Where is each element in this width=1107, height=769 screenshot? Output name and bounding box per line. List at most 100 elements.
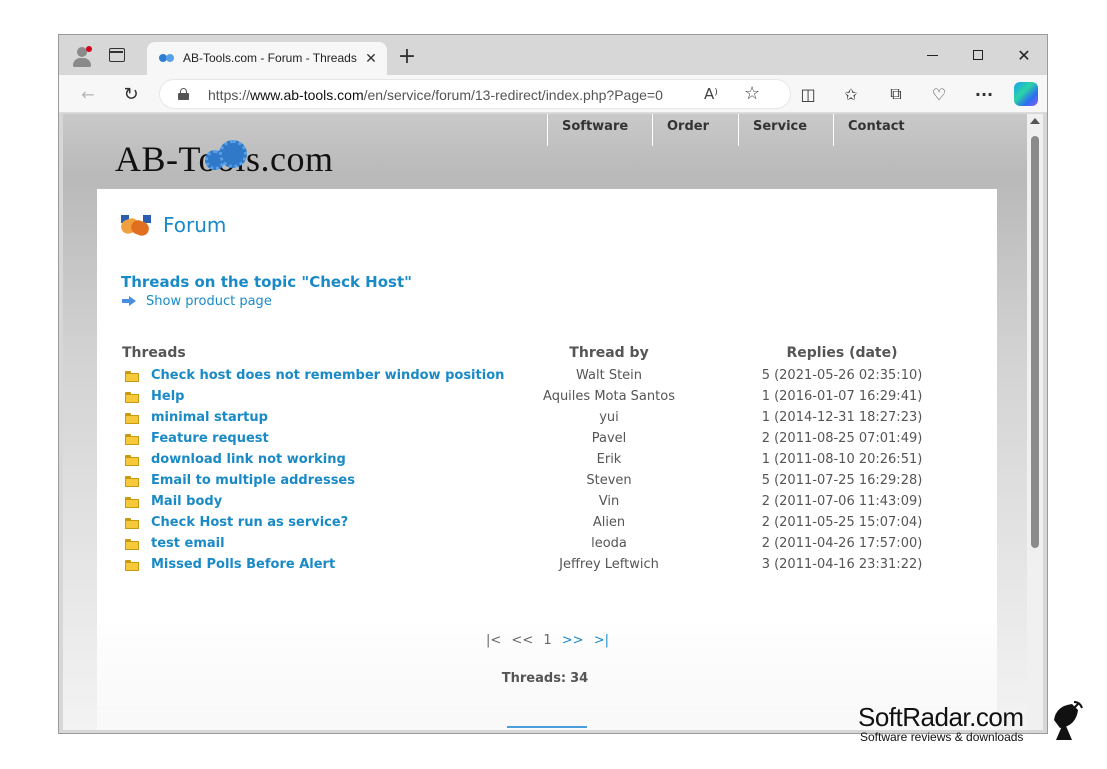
thread-replies: 2 (2011-04-26 17:57:00)	[761, 536, 923, 551]
tab-close-icon[interactable]: ✕	[363, 50, 379, 66]
thread-author: Pavel	[591, 431, 627, 446]
thread-row: Help Aquiles Mota Santos 1 (2016-01-07 1…	[97, 387, 997, 408]
more-menu-icon[interactable]: ···	[973, 83, 995, 105]
gears-logo-icon	[205, 138, 251, 174]
thread-link[interactable]: Feature request	[151, 431, 269, 446]
folder-icon	[125, 371, 139, 382]
thread-author: Aquiles Mota Santos	[543, 389, 675, 404]
address-bar[interactable]: https://www.ab-tools.com/en/service/foru…	[159, 79, 791, 109]
thread-link[interactable]: Check host does not remember window posi…	[151, 368, 504, 383]
thread-author: Vin	[598, 494, 620, 509]
close-window-button[interactable]: ✕	[1001, 41, 1047, 69]
thread-replies: 2 (2011-07-06 11:43:09)	[761, 494, 923, 509]
thread-link[interactable]: download link not working	[151, 452, 346, 467]
thread-replies: 1 (2011-08-10 20:26:51)	[761, 452, 923, 467]
thread-row: Check host does not remember window posi…	[97, 366, 997, 387]
thread-author: Erik	[596, 452, 622, 467]
folder-icon	[125, 560, 139, 571]
show-product-page-link[interactable]: Show product page	[146, 294, 272, 309]
first-page-link: |<	[486, 633, 502, 648]
thread-row: minimal startup yui 1 (2014-12-31 18:27:…	[97, 408, 997, 429]
column-header-threads: Threads	[122, 345, 186, 361]
last-page-link[interactable]: >|	[594, 633, 609, 648]
new-tab-button[interactable]: +	[397, 46, 417, 68]
prev-page-link: <<	[511, 633, 534, 648]
scroll-up-icon[interactable]	[1030, 118, 1040, 124]
url-text[interactable]: https://www.ab-tools.com/en/service/foru…	[208, 87, 678, 103]
column-header-thread-by: Thread by	[569, 345, 649, 361]
thread-row: Missed Polls Before Alert Jeffrey Leftwi…	[97, 555, 997, 576]
nav-contact[interactable]: Contact	[833, 114, 923, 146]
folder-icon	[125, 455, 139, 466]
minimize-button[interactable]	[909, 41, 955, 69]
copilot-icon[interactable]	[1014, 82, 1038, 106]
thread-author: Walt Stein	[575, 368, 643, 383]
thread-replies: 2 (2011-08-25 07:01:49)	[761, 431, 923, 446]
reload-button[interactable]: ↻	[120, 83, 142, 105]
collections-icon[interactable]: ⧉	[885, 83, 907, 105]
column-header-replies: Replies (date)	[786, 345, 898, 361]
thread-row: Check Host run as service? Alien 2 (2011…	[97, 513, 997, 534]
nav-order[interactable]: Order	[652, 114, 738, 146]
thread-link[interactable]: Email to multiple addresses	[151, 473, 355, 488]
thread-replies: 3 (2011-04-16 23:31:22)	[761, 557, 923, 572]
thread-link[interactable]: Check Host run as service?	[151, 515, 348, 530]
read-aloud-icon[interactable]: A⁾	[704, 85, 718, 103]
softradar-watermark: SoftRadar.com Software reviews & downloa…	[858, 700, 1088, 750]
vertical-scrollbar[interactable]	[1027, 114, 1043, 730]
thread-count-value: 34	[570, 671, 589, 686]
profile-icon[interactable]	[71, 45, 93, 67]
watermark-name: SoftRadar.com	[858, 702, 1024, 732]
thread-replies: 5 (2021-05-26 02:35:10)	[761, 368, 923, 383]
thread-link[interactable]: Mail body	[151, 494, 222, 509]
pagination: |< << 1 >> >|	[483, 633, 609, 648]
back-button[interactable]: ←	[77, 83, 99, 105]
thread-author: Alien	[592, 515, 626, 530]
tab-title: AB-Tools.com - Forum - Threads	[183, 51, 357, 65]
nav-software[interactable]: Software	[547, 114, 652, 146]
folder-icon	[125, 413, 139, 424]
thread-row: Email to multiple addresses Steven 5 (20…	[97, 471, 997, 492]
thread-replies: 1 (2016-01-07 16:29:41)	[761, 389, 923, 404]
thread-link[interactable]: Missed Polls Before Alert	[151, 557, 335, 572]
footer-divider	[507, 726, 587, 728]
thread-row: test email leoda 2 (2011-04-26 17:57:00)	[97, 534, 997, 555]
active-tab[interactable]: AB-Tools.com - Forum - Threads ✕	[147, 42, 387, 75]
scroll-thumb[interactable]	[1031, 136, 1039, 548]
arrow-right-icon	[122, 296, 136, 306]
handshake-icon	[119, 215, 151, 239]
thread-replies: 1 (2014-12-31 18:27:23)	[761, 410, 923, 425]
satellite-dish-icon	[1054, 701, 1083, 740]
thread-link[interactable]: test email	[151, 536, 225, 551]
tab-actions-icon[interactable]	[109, 48, 125, 62]
thread-author: Steven	[586, 473, 632, 488]
thread-list: Check host does not remember window posi…	[97, 366, 997, 576]
browser-window: AB-Tools.com - Forum - Threads ✕ + ✕ ← ↻…	[58, 34, 1048, 734]
browser-essentials-icon[interactable]: ♡	[928, 83, 950, 105]
thread-row: Mail body Vin 2 (2011-07-06 11:43:09)	[97, 492, 997, 513]
folder-icon	[125, 434, 139, 445]
folder-icon	[125, 539, 139, 550]
thread-row: Feature request Pavel 2 (2011-08-25 07:0…	[97, 429, 997, 450]
site-favicon-icon	[159, 53, 175, 63]
watermark-tagline: Software reviews & downloads	[860, 730, 1024, 744]
topic-title: Threads on the topic "Check Host"	[121, 273, 412, 291]
favorite-star-icon[interactable]: ☆	[744, 83, 760, 104]
thread-replies: 2 (2011-05-25 15:07:04)	[761, 515, 923, 530]
thread-link[interactable]: minimal startup	[151, 410, 268, 425]
thread-author: Jeffrey Leftwich	[559, 557, 659, 572]
thread-row: download link not working Erik 1 (2011-0…	[97, 450, 997, 471]
page-title: Forum	[163, 213, 227, 237]
folder-icon	[125, 518, 139, 529]
maximize-button[interactable]	[955, 41, 1001, 69]
folder-icon	[125, 476, 139, 487]
top-navigation: Software Order Service Contact	[547, 114, 923, 146]
thread-link[interactable]: Help	[151, 389, 184, 404]
favorites-icon[interactable]: ✩	[840, 83, 862, 105]
next-page-link[interactable]: >>	[562, 633, 584, 648]
split-screen-icon[interactable]: ◫	[797, 83, 819, 105]
nav-service[interactable]: Service	[738, 114, 833, 146]
tab-strip: AB-Tools.com - Forum - Threads ✕ + ✕	[59, 35, 1047, 75]
browser-toolbar: ← ↻ https://www.ab-tools.com/en/service/…	[59, 75, 1047, 113]
lock-icon[interactable]	[178, 88, 189, 100]
